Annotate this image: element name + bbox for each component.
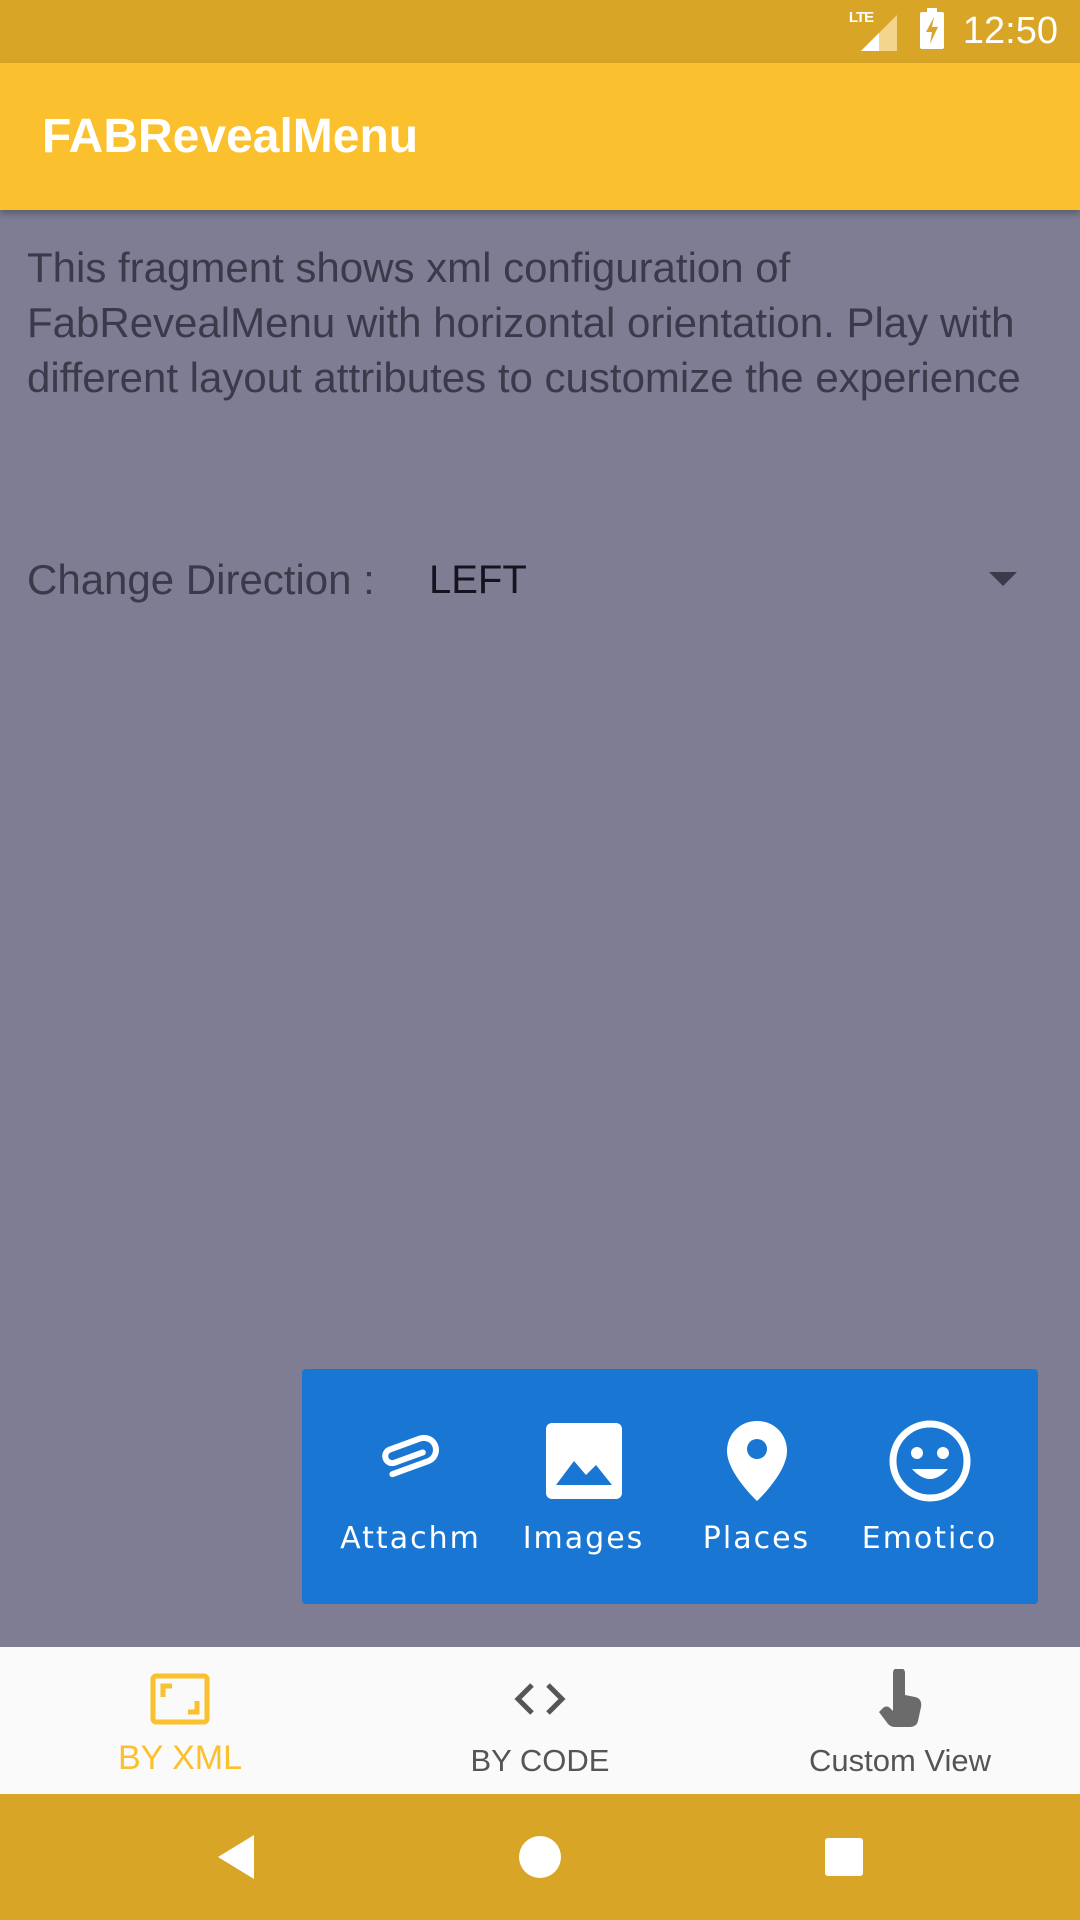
- menu-item-images[interactable]: Images: [499, 1369, 669, 1604]
- signal-lte-icon: LTE: [849, 9, 901, 53]
- recents-icon[interactable]: [816, 1829, 872, 1885]
- menu-item-emoticons[interactable]: Emotico: [845, 1369, 1015, 1604]
- nav-item-custom-view[interactable]: Custom View: [720, 1647, 1080, 1794]
- back-icon[interactable]: [208, 1829, 264, 1885]
- dropdown-arrow-icon: [989, 572, 1017, 586]
- bottom-navigation: BY XML BY CODE Custom View: [0, 1647, 1080, 1794]
- image-icon: [542, 1419, 626, 1503]
- nav-item-by-code[interactable]: BY CODE: [360, 1647, 720, 1794]
- menu-item-attachment[interactable]: Attachm: [326, 1369, 496, 1604]
- screen: LTE 12:50 FABRevealMenu This fragment sh…: [0, 0, 1080, 1920]
- code-icon: [510, 1669, 570, 1729]
- battery-charging-icon: [919, 8, 945, 55]
- direction-row: Change Direction : LEFT: [27, 550, 1037, 610]
- attachment-icon: [369, 1419, 453, 1503]
- nav-label: BY CODE: [470, 1743, 610, 1778]
- app-bar: FABRevealMenu: [0, 63, 1080, 210]
- menu-item-label: Attachm: [340, 1521, 481, 1556]
- nav-label: BY XML: [117, 1739, 243, 1777]
- status-icons: LTE 12:50: [849, 0, 1058, 63]
- nav-label: Custom View: [808, 1743, 992, 1778]
- status-bar: LTE 12:50: [0, 0, 1080, 63]
- direction-value: LEFT: [429, 558, 527, 602]
- touch-icon: [870, 1669, 930, 1729]
- menu-item-label: Emotico: [861, 1521, 998, 1556]
- app-title: FABRevealMenu: [42, 110, 419, 163]
- crop-free-icon: [150, 1669, 210, 1729]
- menu-item-label: Images: [522, 1521, 645, 1556]
- menu-item-places[interactable]: Places: [672, 1369, 842, 1604]
- home-icon[interactable]: [512, 1829, 568, 1885]
- fab-reveal-menu: Attachm Images Places Emotico: [302, 1369, 1038, 1604]
- description-text: This fragment shows xml configuration of…: [27, 244, 1021, 401]
- nav-item-by-xml[interactable]: BY XML: [0, 1647, 360, 1794]
- direction-label: Change Direction :: [27, 556, 375, 603]
- direction-spinner[interactable]: LEFT: [427, 550, 1037, 610]
- status-time: 12:50: [962, 10, 1058, 52]
- system-navigation-bar: [0, 1794, 1080, 1920]
- menu-item-label: Places: [702, 1521, 811, 1556]
- emoticon-icon: [888, 1419, 972, 1503]
- place-icon: [715, 1419, 799, 1503]
